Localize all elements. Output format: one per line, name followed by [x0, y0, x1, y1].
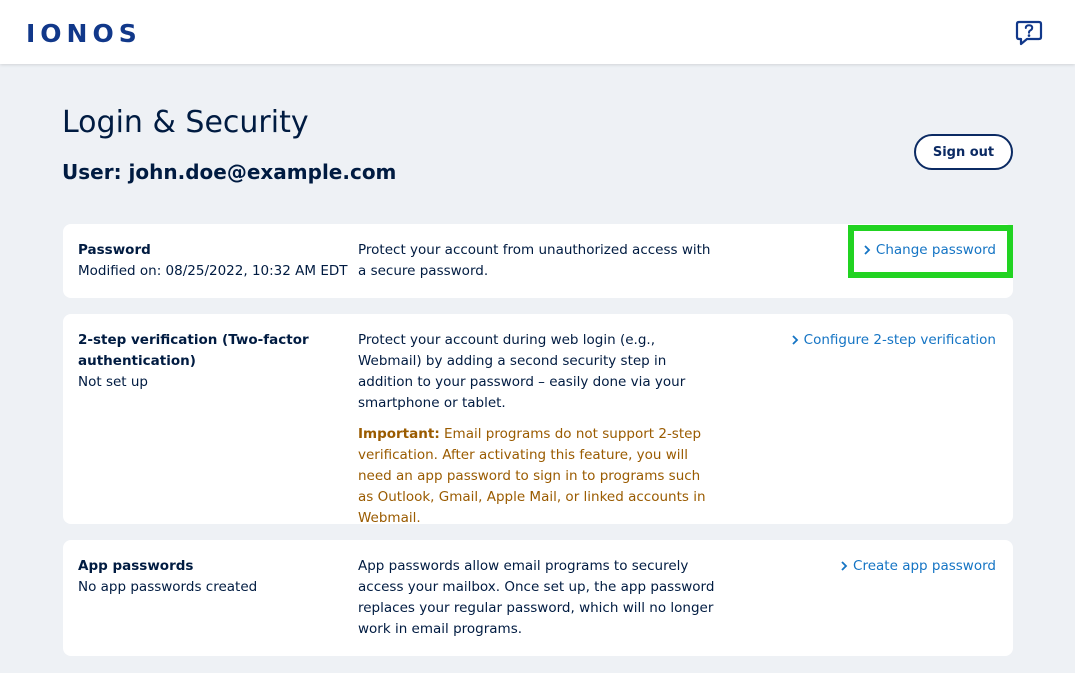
sign-out-button[interactable]: Sign out — [914, 134, 1013, 170]
two-step-info: 2-step verification (Two-factor authenti… — [78, 330, 348, 393]
top-bar: IONOS — [0, 0, 1075, 64]
user-email-label: User: john.doe@example.com — [62, 160, 397, 184]
two-step-card: 2-step verification (Two-factor authenti… — [63, 314, 1013, 526]
configure-two-step-label: Configure 2-step verification — [803, 332, 996, 348]
question-bubble-icon[interactable] — [1015, 18, 1043, 46]
two-step-title: 2-step verification (Two-factor authenti… — [78, 332, 309, 369]
page-title: Login & Security — [62, 105, 309, 140]
app-passwords-title: App passwords — [78, 558, 194, 574]
app-passwords-info: App passwords No app passwords created — [78, 556, 348, 598]
password-info: Password Modified on: 08/25/2022, 10:32 … — [78, 240, 348, 282]
chevron-right-icon — [840, 556, 850, 577]
two-step-status: Not set up — [78, 374, 148, 390]
create-app-password-link[interactable]: Create app password — [840, 556, 996, 577]
password-title: Password — [78, 242, 151, 258]
configure-two-step-link[interactable]: Configure 2-step verification — [791, 330, 996, 351]
password-description: Protect your account from unauthorized a… — [358, 242, 711, 279]
chevron-right-icon — [791, 330, 801, 351]
two-step-description: Protect your account during web login (e… — [358, 332, 686, 411]
app-passwords-status: No app passwords created — [78, 579, 258, 595]
warning-label: Important: — [358, 426, 440, 442]
two-step-warning: Important: Email programs do not support… — [358, 424, 718, 529]
create-app-password-label: Create app password — [853, 558, 996, 574]
ionos-logo[interactable]: IONOS — [26, 20, 142, 48]
two-step-text: Protect your account during web login (e… — [358, 330, 718, 529]
password-modified-date: Modified on: 08/25/2022, 10:32 AM EDT — [78, 263, 348, 279]
highlight-box — [848, 225, 1013, 278]
app-passwords-card: App passwords No app passwords created A… — [63, 540, 1013, 656]
app-passwords-description: App passwords allow email programs to se… — [358, 558, 715, 637]
